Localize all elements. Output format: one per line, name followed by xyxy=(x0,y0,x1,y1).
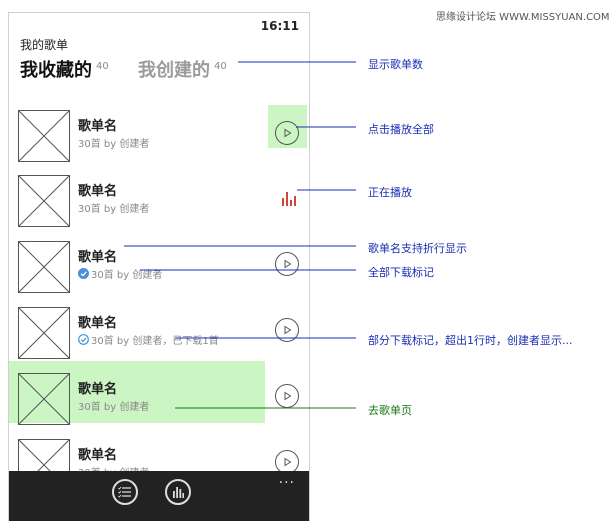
annotation-playlist-count: 显示歌单数 xyxy=(368,58,423,71)
annotation-lines xyxy=(124,61,356,409)
annotation-title-wrap: 歌单名支持折行显示 xyxy=(368,242,467,255)
annotation-full-download: 全部下载标记 xyxy=(368,266,434,279)
annotation-partial-download: 部分下载标记，超出1行时，创建者显示... xyxy=(368,334,573,347)
annotation-play-all: 点击播放全部 xyxy=(368,123,434,136)
annotation-go-playlist: 去歌单页 xyxy=(368,404,412,417)
annotation-now-playing: 正在播放 xyxy=(368,186,412,199)
